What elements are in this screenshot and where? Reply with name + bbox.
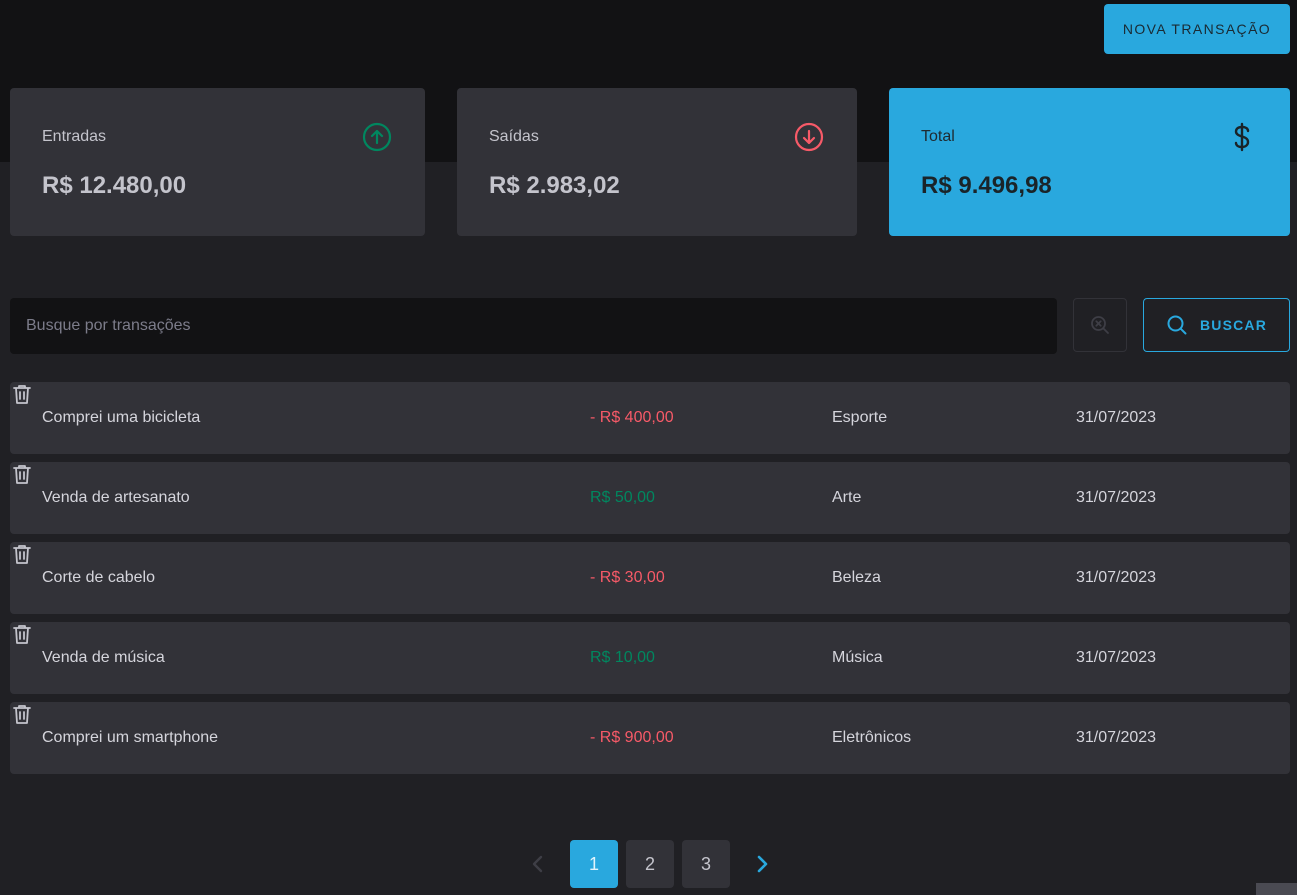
transaction-date: 31/07/2023 — [1076, 489, 1157, 506]
transaction-price: R$ 50,00 — [590, 489, 655, 506]
transaction-description: Corte de cabelo — [42, 569, 155, 586]
search-icon — [1167, 315, 1187, 335]
transaction-price: - R$ 400,00 — [590, 409, 674, 426]
page-button-2[interactable]: 2 — [626, 840, 674, 888]
arrow-circle-up-icon — [362, 122, 392, 152]
transaction-description: Comprei um smartphone — [42, 729, 219, 746]
transaction-description: Venda de música — [42, 649, 165, 666]
trash-icon[interactable] — [10, 622, 34, 646]
page-button-3[interactable]: 3 — [682, 840, 730, 888]
total-label: Total — [921, 128, 955, 145]
pagination: 1 2 3 — [0, 840, 1297, 888]
income-label: Entradas — [42, 128, 107, 145]
trash-icon[interactable] — [10, 382, 34, 406]
transaction-category: Esporte — [832, 409, 888, 426]
new-transaction-button[interactable]: NOVA TRANSAÇÃO — [1104, 4, 1290, 54]
transaction-row: Comprei uma bicicleta - R$ 400,00 Esport… — [10, 382, 1290, 454]
search-button-label: BUSCAR — [1199, 317, 1268, 333]
outcome-value: R$ 2.983,02 — [489, 172, 620, 199]
transaction-row: Venda de artesanato R$ 50,00 Arte 31/07/… — [10, 462, 1290, 534]
clear-search-button[interactable] — [1073, 298, 1127, 352]
summary-card-total: Total R$ 9.496,98 — [889, 88, 1290, 236]
trash-icon[interactable] — [10, 702, 34, 726]
transactions-list: Comprei uma bicicleta - R$ 400,00 Esport… — [10, 382, 1290, 782]
outcome-label: Saídas — [489, 128, 539, 145]
transaction-category: Beleza — [832, 569, 881, 586]
transaction-date: 31/07/2023 — [1076, 649, 1157, 666]
page-button-1[interactable]: 1 — [570, 840, 618, 888]
transaction-price: R$ 10,00 — [590, 649, 655, 666]
income-value: R$ 12.480,00 — [42, 172, 187, 199]
search-button[interactable]: BUSCAR — [1143, 298, 1290, 352]
transaction-description: Comprei uma bicicleta — [42, 409, 201, 426]
total-value: R$ 9.496,98 — [921, 172, 1052, 199]
transaction-category: Música — [832, 649, 883, 666]
trash-icon[interactable] — [10, 542, 34, 566]
transaction-row: Corte de cabelo - R$ 30,00 Beleza 31/07/… — [10, 542, 1290, 614]
arrow-circle-down-icon — [794, 122, 824, 152]
summary-card-outcome: Saídas R$ 2.983,02 — [457, 88, 857, 236]
transaction-price: - R$ 30,00 — [590, 569, 665, 586]
transaction-category: Arte — [832, 489, 862, 506]
transaction-date: 31/07/2023 — [1076, 409, 1157, 426]
transaction-row: Comprei um smartphone - R$ 900,00 Eletrô… — [10, 702, 1290, 774]
search-input[interactable] — [10, 298, 1057, 354]
chevron-right-icon[interactable] — [750, 852, 774, 876]
chevron-left-icon[interactable] — [526, 852, 550, 876]
transaction-category: Eletrônicos — [832, 729, 912, 746]
summary-card-income: Entradas R$ 12.480,00 — [10, 88, 425, 236]
transaction-row: Venda de música R$ 10,00 Música 31/07/20… — [10, 622, 1290, 694]
transaction-price: - R$ 900,00 — [590, 729, 674, 746]
currency-dollar-icon — [1234, 122, 1250, 152]
trash-icon[interactable] — [10, 462, 34, 486]
window-corner — [1256, 883, 1297, 895]
clear-search-icon — [1091, 316, 1109, 334]
transaction-date: 31/07/2023 — [1076, 569, 1157, 586]
transaction-description: Venda de artesanato — [42, 489, 190, 506]
transaction-date: 31/07/2023 — [1076, 729, 1157, 746]
